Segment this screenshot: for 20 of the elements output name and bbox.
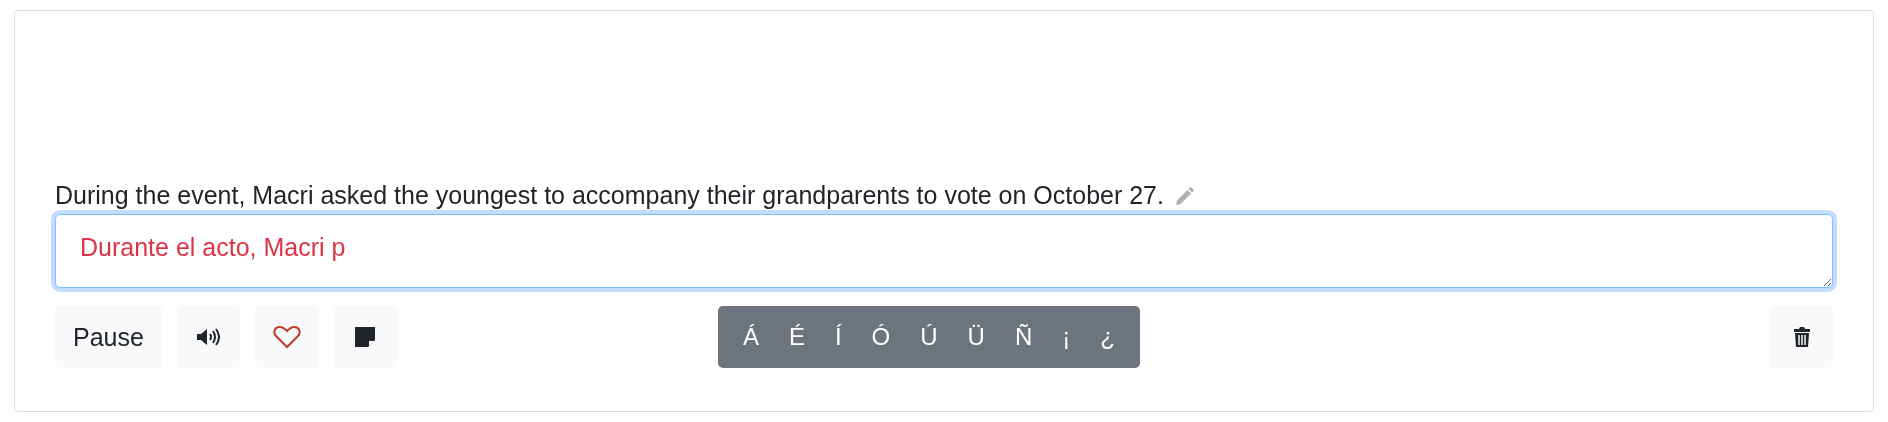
note-icon (354, 326, 377, 348)
heart-icon (272, 325, 301, 349)
speaker-button[interactable] (176, 306, 240, 368)
favorite-button[interactable] (254, 306, 319, 368)
accent-key[interactable]: Í (819, 306, 857, 368)
accent-key[interactable]: Á (727, 306, 774, 368)
accent-key[interactable]: Ü (952, 306, 1000, 368)
answer-field[interactable]: Durante el acto, Macri p (55, 214, 1833, 288)
accent-key[interactable]: Ó (856, 306, 906, 368)
trash-icon (1792, 326, 1811, 348)
source-sentence: During the event, Macri asked the youngest to accompany their grandparents to vote on October 27. (55, 181, 1164, 210)
accent-key[interactable]: É (773, 306, 820, 368)
delete-button[interactable] (1770, 306, 1833, 368)
accent-key[interactable]: Ñ (999, 306, 1048, 368)
accent-key[interactable]: Ú (905, 306, 953, 368)
speaker-icon (196, 327, 221, 347)
note-button[interactable] (333, 306, 397, 368)
pause-button[interactable]: Pause (55, 306, 162, 368)
accent-key[interactable]: ¡ (1047, 306, 1086, 368)
accent-key[interactable]: ¿ (1085, 306, 1130, 368)
